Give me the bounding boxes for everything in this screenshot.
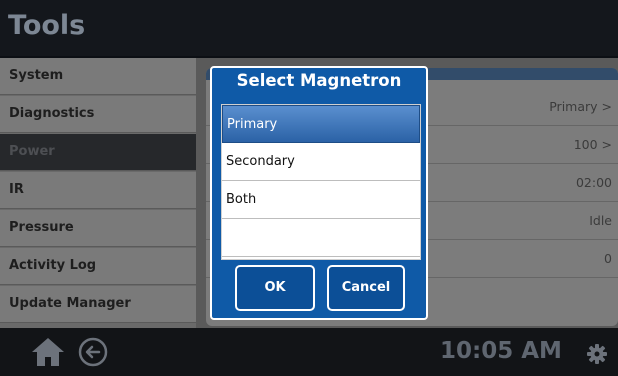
option-both[interactable]: Both bbox=[222, 181, 420, 219]
cancel-button[interactable]: Cancel bbox=[327, 265, 405, 311]
sidebar-item-diagnostics[interactable]: Diagnostics bbox=[0, 96, 196, 133]
bottom-bar: 10:05 AM bbox=[0, 328, 618, 376]
option-secondary[interactable]: Secondary bbox=[222, 143, 420, 181]
option-empty[interactable] bbox=[222, 219, 420, 257]
select-magnetron-dialog: Select Magnetron Primary Secondary Both … bbox=[210, 66, 428, 320]
clock: 10:05 AM bbox=[440, 338, 562, 364]
sidebar-item-ir[interactable]: IR bbox=[0, 172, 196, 209]
sidebar-item-pressure[interactable]: Pressure bbox=[0, 210, 196, 247]
ok-button[interactable]: OK bbox=[235, 265, 315, 311]
magnetron-options-list: Primary Secondary Both bbox=[221, 104, 421, 260]
back-arrow-icon[interactable] bbox=[78, 337, 108, 367]
option-primary[interactable]: Primary bbox=[222, 105, 420, 143]
dialog-title: Select Magnetron bbox=[236, 71, 402, 90]
sidebar: System Diagnostics Power IR Pressure Act… bbox=[0, 58, 196, 328]
sidebar-item-activity-log[interactable]: Activity Log bbox=[0, 248, 196, 285]
page-title: Tools bbox=[8, 10, 86, 41]
sidebar-item-power[interactable]: Power bbox=[0, 134, 196, 171]
home-icon[interactable] bbox=[30, 336, 66, 368]
app-header: Tools bbox=[0, 0, 618, 56]
sidebar-item-update-manager[interactable]: Update Manager bbox=[0, 286, 196, 323]
gear-icon[interactable] bbox=[586, 343, 608, 365]
sidebar-item-system[interactable]: System bbox=[0, 58, 196, 95]
